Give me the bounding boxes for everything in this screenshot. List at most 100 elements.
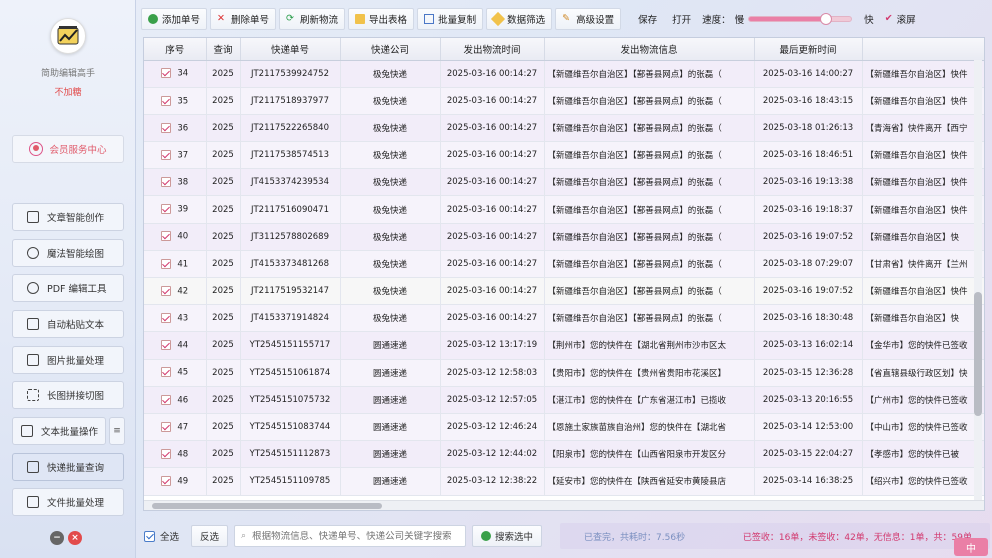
table-cell-co: 极兔快递 <box>340 277 441 306</box>
nav-text[interactable]: 文本批量操作 <box>12 417 106 445</box>
select-all-checkbox[interactable]: 全选 <box>144 529 179 543</box>
nav-paste[interactable]: 自动粘贴文本 <box>12 310 124 338</box>
row-number: 47 <box>177 422 189 433</box>
nav-crop[interactable]: 长图拼接切图 <box>12 381 124 409</box>
column-header[interactable]: 最后更新时间 <box>754 38 863 61</box>
row-checkbox[interactable] <box>161 231 172 242</box>
filter-button[interactable]: 数据筛选 <box>486 7 553 30</box>
table-row[interactable]: 38 2025 JT4153374239534 极兔快递 2025-03-16 00:1… <box>144 168 984 197</box>
table-cell-info1: 【新疆维吾尔自治区】【鄯善县网点】的张磊（ <box>544 114 755 143</box>
table-row[interactable]: 35 2025 JT2117518937977 极兔快递 2025-03-16 00:1… <box>144 87 984 115</box>
save-button[interactable]: 保存 <box>630 8 661 30</box>
vertical-scrollbar[interactable] <box>974 60 982 500</box>
advanced-settings-button[interactable]: ✎ 高级设置 <box>555 7 622 30</box>
row-checkbox[interactable] <box>161 122 172 133</box>
row-checkbox[interactable] <box>161 149 172 160</box>
column-header[interactable]: 发出物流信息 <box>544 38 755 61</box>
table-cell-t1: 2025-03-12 12:46:24 <box>440 413 545 442</box>
table-row[interactable]: 49 2025 YT2545151109785 圆通速递 2025-03-12 12:3… <box>144 467 984 496</box>
table-row[interactable]: 47 2025 YT2545151083744 圆通速递 2025-03-12 12:4… <box>144 413 984 442</box>
scroll-toggle[interactable]: ✔ 滚屏 <box>881 8 920 30</box>
open-button[interactable]: 打开 <box>664 8 695 30</box>
table-row[interactable]: 45 2025 YT2545151061874 圆通速递 2025-03-12 12:5… <box>144 359 984 387</box>
table-row[interactable]: 36 2025 JT2117522265840 极兔快递 2025-03-16 00:1… <box>144 114 984 143</box>
table-row[interactable]: 39 2025 JT2117516090471 极兔快递 2025-03-16 00:1… <box>144 195 984 224</box>
table-row[interactable]: 34 2025 JT2117539924752 极兔快递 2025-03-16 00:1… <box>144 60 984 88</box>
table-row[interactable]: 37 2025 JT2117538574513 极兔快递 2025-03-16 00:1… <box>144 141 984 170</box>
nav-file[interactable]: 文件批量处理 <box>12 488 124 516</box>
table-cell-info1: 【新疆维吾尔自治区】【鄯善县网点】的张磊（ <box>544 277 755 306</box>
nav-label: 图片批量处理 <box>47 356 105 367</box>
close-icon[interactable]: × <box>68 531 82 545</box>
text-menu-button[interactable]: ≡ <box>109 417 125 445</box>
nav-magic-draw[interactable]: 魔法智能绘图 <box>12 239 124 267</box>
table-cell-t2: 2025-03-16 14:00:27 <box>754 60 863 88</box>
row-checkbox[interactable] <box>161 95 172 106</box>
table-row[interactable]: 48 2025 YT2545151112873 圆通速递 2025-03-12 12:4… <box>144 440 984 469</box>
row-checkbox[interactable] <box>161 177 172 188</box>
row-checkbox[interactable] <box>161 68 172 79</box>
speed-slider[interactable] <box>748 12 853 25</box>
row-checkbox[interactable] <box>161 258 172 269</box>
vertical-scrollbar-thumb[interactable] <box>974 292 982 416</box>
table-cell-t1: 2025-03-16 00:14:27 <box>440 195 545 224</box>
row-number: 38 <box>177 177 189 188</box>
nav-article[interactable]: 文章智能创作 <box>12 203 124 231</box>
invert-select-button[interactable]: 反选 <box>191 525 229 547</box>
table-cell-info2: 【省直辖县级行政区划】快 <box>862 359 984 387</box>
row-checkbox[interactable] <box>161 313 172 324</box>
table-cell-info2: 【新疆维吾尔自治区】快件 <box>862 168 984 197</box>
minimize-icon[interactable]: − <box>50 531 64 545</box>
table-cell-q: 2025 <box>206 195 241 224</box>
row-checkbox[interactable] <box>161 367 172 378</box>
table-row[interactable]: 43 2025 JT4153371914824 极兔快递 2025-03-16 00:1… <box>144 304 984 333</box>
nav-express[interactable]: 快递批量查询 <box>12 453 124 481</box>
speed-slider-knob[interactable] <box>819 12 832 25</box>
table-cell-q: 2025 <box>206 223 241 251</box>
row-checkbox[interactable] <box>161 204 172 215</box>
table-row[interactable]: 42 2025 JT2117519532147 极兔快递 2025-03-16 00:1… <box>144 277 984 306</box>
row-checkbox[interactable] <box>161 285 172 296</box>
table-cell-q: 2025 <box>206 114 241 143</box>
column-header[interactable]: 序号 <box>144 38 207 61</box>
table-cell-q: 2025 <box>206 87 241 115</box>
column-header[interactable]: 查询 <box>206 38 241 61</box>
search-box[interactable]: ⌕ <box>234 525 467 547</box>
row-number-cell: 49 <box>144 467 207 496</box>
delete-number-button[interactable]: ✕ 删除单号 <box>210 7 277 30</box>
nav-pdf[interactable]: PDF 编辑工具 <box>12 274 124 302</box>
add-number-button[interactable]: 添加单号 <box>141 7 208 30</box>
table-cell-co: 极兔快递 <box>340 168 441 197</box>
table-cell-no: JT2117519532147 <box>240 277 341 306</box>
export-button[interactable]: 导出表格 <box>348 7 415 30</box>
member-center-button[interactable]: 会员服务中心 <box>12 135 124 163</box>
advanced-settings-label: 高级设置 <box>576 14 615 26</box>
table-row[interactable]: 44 2025 YT2545151155717 圆通速递 2025-03-12 13:1… <box>144 331 984 360</box>
nav-image[interactable]: 图片批量处理 <box>12 346 124 374</box>
table-row[interactable]: 41 2025 JT4153373481268 极兔快递 2025-03-16 00:1… <box>144 250 984 279</box>
row-checkbox[interactable] <box>161 394 172 405</box>
row-checkbox[interactable] <box>161 448 172 459</box>
column-header[interactable]: 快递单号 <box>240 38 341 61</box>
table-cell-t2: 2025-03-18 01:26:13 <box>754 114 863 143</box>
column-header[interactable] <box>862 38 984 61</box>
table-cell-t2: 2025-03-16 18:43:15 <box>754 87 863 115</box>
row-checkbox[interactable] <box>161 476 172 487</box>
horizontal-scrollbar[interactable] <box>144 500 984 510</box>
table-cell-info1: 【新疆维吾尔自治区】【鄯善县网点】的张磊（ <box>544 87 755 115</box>
row-checkbox[interactable] <box>161 340 172 351</box>
column-header[interactable]: 快递公司 <box>340 38 441 61</box>
table-cell-t1: 2025-03-16 00:14:27 <box>440 250 545 279</box>
table-cell-info1: 【恩施土家族苗族自治州】您的快件在【湖北省 <box>544 413 755 442</box>
search-selected-button[interactable]: 搜索选中 <box>472 525 543 547</box>
ime-indicator[interactable]: 中 <box>954 538 988 556</box>
column-header[interactable]: 发出物流时间 <box>440 38 545 61</box>
horizontal-scrollbar-thumb[interactable] <box>152 503 382 509</box>
batch-copy-button[interactable]: 批量复制 <box>417 7 484 30</box>
table-row[interactable]: 46 2025 YT2545151075732 圆通速递 2025-03-12 12:5… <box>144 386 984 414</box>
refresh-button[interactable]: ⟳ 刷新物流 <box>279 7 346 30</box>
table-row[interactable]: 40 2025 JT3112578802689 极兔快递 2025-03-16 00:1… <box>144 223 984 251</box>
search-input[interactable] <box>252 530 453 542</box>
row-checkbox[interactable] <box>161 421 172 432</box>
table-cell-co: 圆通速递 <box>340 386 441 414</box>
